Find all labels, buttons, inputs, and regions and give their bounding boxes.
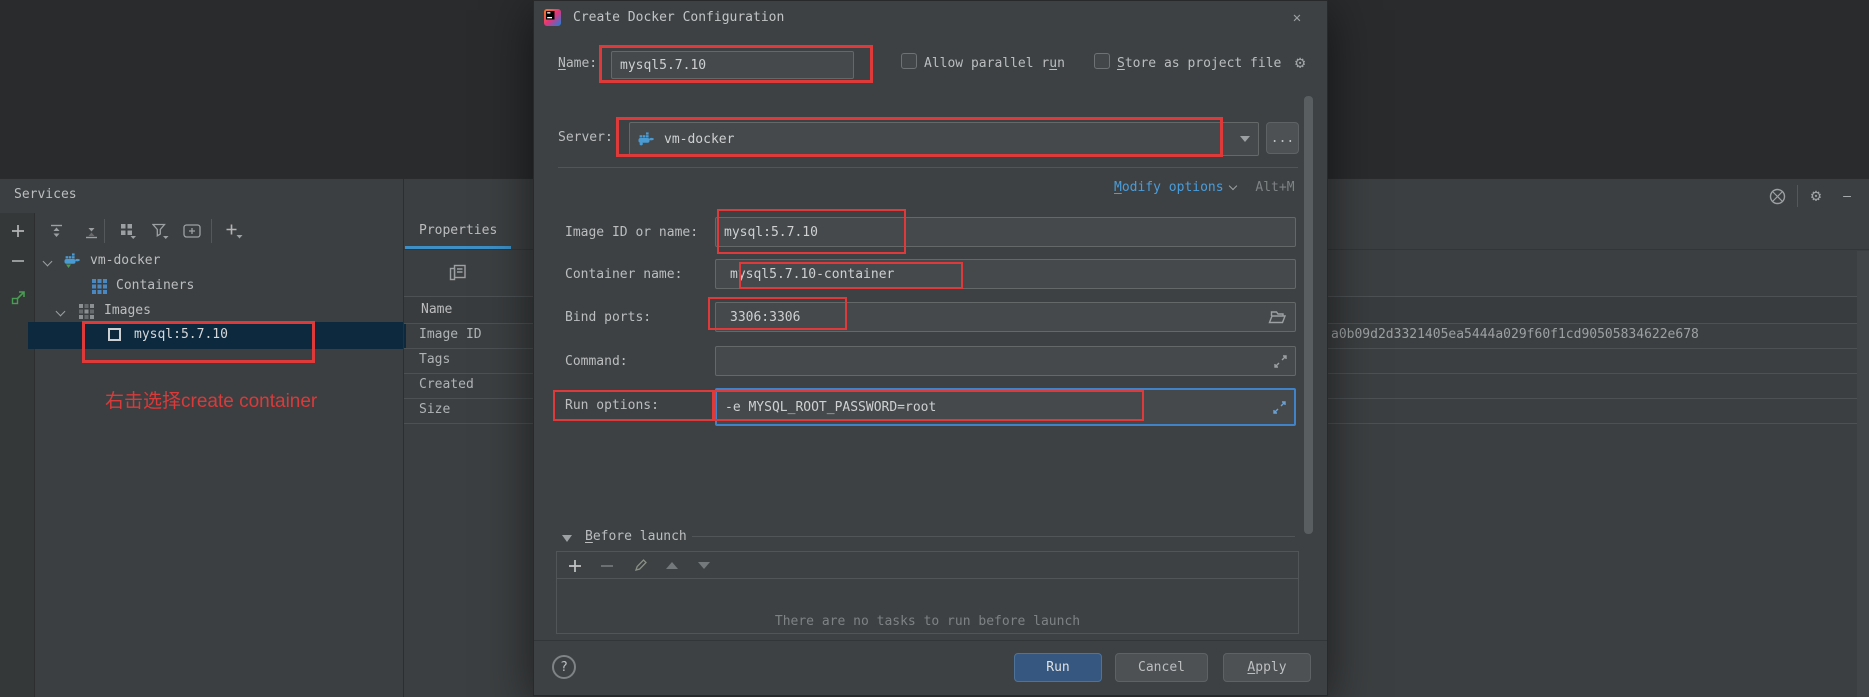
close-icon[interactable]: ✕ bbox=[1284, 6, 1310, 30]
tree-item-images[interactable]: Images bbox=[0, 299, 403, 324]
move-task-up-icon[interactable] bbox=[666, 562, 678, 569]
tab-properties[interactable]: Properties bbox=[419, 223, 497, 238]
bind-ports-input-value: 3306:3306 bbox=[730, 309, 801, 325]
tree-label-images: Images bbox=[104, 303, 151, 318]
image-id-input[interactable]: mysql:5.7.10 bbox=[715, 217, 1296, 247]
remove-task-icon[interactable] bbox=[600, 559, 614, 577]
name-input[interactable]: mysql5.7.10 bbox=[611, 51, 854, 79]
expand-field-icon[interactable] bbox=[1274, 354, 1287, 368]
add-to-frame-icon[interactable] bbox=[180, 219, 204, 243]
browse-folder-icon[interactable] bbox=[1268, 310, 1287, 324]
server-combobox-value: vm-docker bbox=[664, 131, 735, 147]
command-input[interactable] bbox=[715, 346, 1296, 376]
move-task-down-icon[interactable] bbox=[698, 562, 710, 569]
image-square-icon bbox=[108, 328, 121, 341]
store-options-gear-icon[interactable]: ⚙ bbox=[1295, 55, 1305, 72]
server-combobox[interactable]: vm-docker bbox=[629, 122, 1259, 156]
server-label: Server: bbox=[558, 130, 613, 145]
bind-ports-label: Bind ports: bbox=[565, 310, 652, 325]
tree-label-containers: Containers bbox=[116, 278, 195, 293]
add-service-icon[interactable] bbox=[8, 221, 28, 241]
table-row-image-id[interactable]: Image ID bbox=[419, 327, 482, 342]
tasks-toolbar bbox=[557, 552, 1298, 579]
modify-options-row: Modify options Alt+M bbox=[1114, 180, 1295, 195]
help-button[interactable]: ? bbox=[552, 655, 576, 679]
docker-server-icon bbox=[64, 253, 82, 270]
docker-icon bbox=[638, 131, 656, 147]
run-options-input-value: -e MYSQL_ROOT_PASSWORD=root bbox=[725, 399, 937, 415]
table-row-size[interactable]: Size bbox=[419, 402, 450, 417]
image-id-value: a0b09d2d3321405ea5444a029f60f1cd90505834… bbox=[1331, 327, 1699, 342]
create-docker-configuration-dialog: Create Docker Configuration ✕ Name: mysq… bbox=[533, 0, 1328, 696]
button-bar-separator bbox=[534, 640, 1327, 641]
store-as-project-file-checkbox[interactable] bbox=[1094, 53, 1110, 69]
group-by-icon[interactable] bbox=[116, 219, 140, 243]
container-name-label: Container name: bbox=[565, 267, 683, 282]
tree-item-vm-docker[interactable]: vm-docker bbox=[0, 249, 403, 274]
before-launch-tasks-box: There are no tasks to run before launch bbox=[556, 551, 1299, 634]
container-name-input-value: mysql5.7.10-container bbox=[730, 266, 895, 282]
chevron-down-icon[interactable] bbox=[1228, 181, 1237, 191]
expand-field-icon[interactable] bbox=[1273, 400, 1286, 414]
table-row-created[interactable]: Created bbox=[419, 377, 474, 392]
intellij-logo-icon bbox=[544, 9, 561, 30]
tree-item-containers[interactable]: Containers bbox=[0, 274, 403, 299]
bind-ports-input[interactable]: 3306:3306 bbox=[715, 302, 1296, 332]
tree-item-mysql-image[interactable]: mysql:5.7.10 bbox=[28, 322, 406, 349]
add-task-icon[interactable] bbox=[568, 559, 582, 577]
allow-parallel-run-checkbox[interactable] bbox=[901, 53, 917, 69]
container-name-input[interactable]: mysql5.7.10-container bbox=[715, 259, 1296, 289]
table-row-tags[interactable]: Tags bbox=[419, 352, 450, 367]
containers-icon bbox=[92, 279, 107, 298]
no-tasks-message: There are no tasks to run before launch bbox=[774, 614, 1081, 629]
chevron-down-icon[interactable] bbox=[42, 256, 53, 267]
image-id-input-value: mysql:5.7.10 bbox=[724, 224, 818, 240]
services-panel-title: Services bbox=[14, 187, 77, 202]
apply-button[interactable]: Apply bbox=[1223, 653, 1311, 682]
run-button[interactable]: Run bbox=[1014, 653, 1102, 682]
before-launch-separator bbox=[692, 536, 1295, 537]
add-dropdown-icon[interactable] bbox=[222, 219, 246, 243]
expand-all-icon[interactable] bbox=[44, 219, 68, 243]
annotation-text: 右击选择create container bbox=[105, 391, 318, 412]
images-icon bbox=[79, 304, 94, 323]
run-options-input[interactable]: -e MYSQL_ROOT_PASSWORD=root bbox=[715, 388, 1296, 426]
table-scrollbar[interactable] bbox=[1857, 251, 1869, 697]
collapse-all-icon[interactable] bbox=[79, 219, 103, 243]
copy-icon[interactable] bbox=[449, 264, 467, 286]
combobox-caret-icon[interactable] bbox=[1240, 136, 1250, 142]
modify-options-shortcut: Alt+M bbox=[1255, 180, 1295, 195]
tree-label-vm-docker: vm-docker bbox=[90, 253, 161, 268]
allow-parallel-run-label: Allow parallel run bbox=[924, 56, 1065, 71]
filter-icon[interactable] bbox=[148, 219, 172, 243]
cancel-button[interactable]: Cancel bbox=[1115, 653, 1208, 682]
browse-server-button[interactable]: ... bbox=[1266, 122, 1299, 154]
chevron-down-icon[interactable] bbox=[55, 306, 66, 317]
run-options-label: Run options: bbox=[565, 398, 659, 413]
edit-task-icon[interactable] bbox=[633, 558, 648, 577]
tree-label-mysql-image: mysql:5.7.10 bbox=[134, 327, 228, 342]
collapse-section-icon[interactable] bbox=[562, 535, 572, 542]
column-header-name: Name bbox=[421, 302, 453, 317]
before-launch-label: Before launch bbox=[585, 529, 687, 544]
section-separator bbox=[558, 167, 1298, 168]
dialog-title: Create Docker Configuration bbox=[573, 10, 785, 25]
command-label: Command: bbox=[565, 354, 628, 369]
store-as-project-file-label: Store as project file bbox=[1117, 56, 1282, 71]
image-id-label: Image ID or name: bbox=[565, 225, 699, 240]
modify-options-link[interactable]: Modify options bbox=[1114, 180, 1224, 195]
name-label: Name: bbox=[558, 56, 598, 71]
name-input-value: mysql5.7.10 bbox=[620, 57, 707, 73]
dialog-scrollbar[interactable] bbox=[1304, 96, 1313, 534]
